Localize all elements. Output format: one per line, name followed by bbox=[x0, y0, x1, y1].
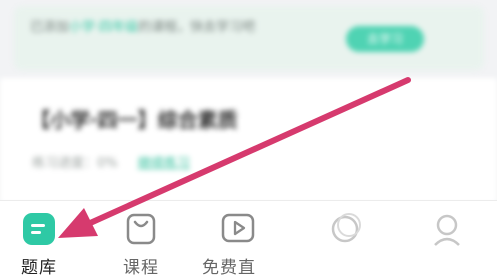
progress-label: 练习进度：0% bbox=[32, 156, 118, 171]
promo-banner[interactable]: 已添加小学·四年级的课程，快去学习吧 去学习 bbox=[14, 6, 484, 70]
course-title: 【小学·四一】综合素质 bbox=[30, 108, 238, 132]
tab5-icon bbox=[429, 211, 465, 247]
tab-question-bank[interactable]: 题库 bbox=[4, 201, 74, 278]
tab4-icon bbox=[327, 211, 363, 247]
progress-row: 练习进度：0% 继续练习 bbox=[32, 152, 190, 171]
live-play-icon bbox=[220, 211, 256, 247]
question-bank-icon bbox=[21, 211, 57, 247]
tab-label-free-live: 免费直 bbox=[202, 258, 256, 278]
tab-label-course: 课程 bbox=[123, 258, 159, 278]
app-screen: 已添加小学·四年级的课程，快去学习吧 去学习 【小学·四一】综合素质 练习进度：… bbox=[0, 0, 497, 278]
shopping-bag-icon bbox=[123, 211, 159, 247]
bottom-tab-bar: 题库 课程 免费直 bbox=[0, 200, 497, 278]
blurred-content: 已添加小学·四年级的课程，快去学习吧 去学习 【小学·四一】综合素质 练习进度：… bbox=[0, 0, 497, 203]
banner-button[interactable]: 去学习 bbox=[346, 26, 424, 52]
tab-course[interactable]: 课程 bbox=[106, 201, 176, 278]
banner-text: 已添加小学·四年级的课程，快去学习吧 bbox=[30, 20, 256, 35]
continue-link[interactable]: 继续练习 bbox=[138, 156, 190, 171]
tab-4[interactable] bbox=[310, 201, 380, 278]
tab-label-question-bank: 题库 bbox=[21, 258, 57, 278]
course-card[interactable]: 【小学·四一】综合素质 练习进度：0% 继续练习 bbox=[0, 78, 497, 203]
tab-free-live[interactable]: 免费直 bbox=[202, 201, 302, 278]
tab-5[interactable] bbox=[412, 201, 482, 278]
